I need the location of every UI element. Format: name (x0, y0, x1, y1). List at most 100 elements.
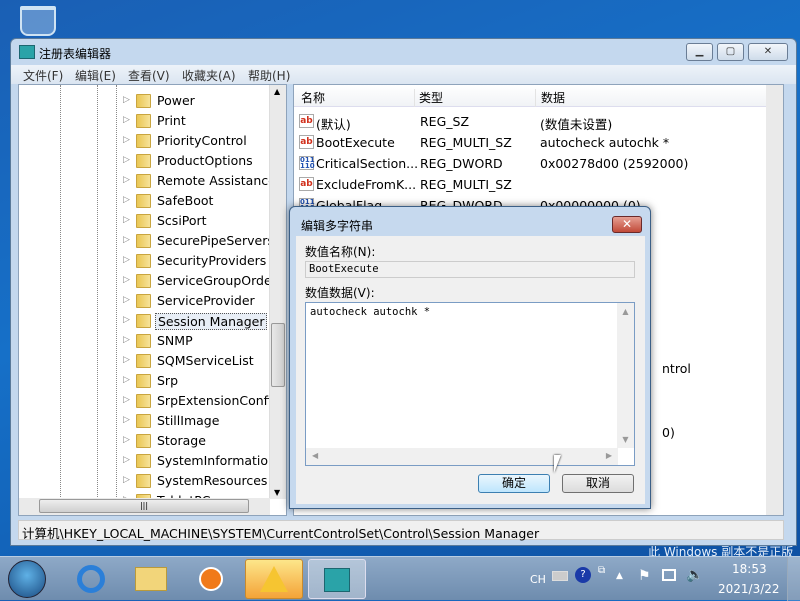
tree-item[interactable]: ▷ Srp (19, 371, 286, 391)
cancel-button[interactable]: 取消 (562, 474, 634, 493)
tree-item[interactable]: ▷ ServiceProvider (19, 291, 286, 311)
column-type[interactable]: 类型 (414, 89, 443, 107)
data-horizontal-scrollbar[interactable]: ◀ ▶ (306, 448, 618, 465)
menu-favorites[interactable]: 收藏夹(A) (182, 67, 236, 84)
expand-arrow-icon[interactable]: ▷ (123, 275, 130, 285)
tree-item[interactable]: ▷ SrpExtensionConfig (19, 391, 286, 411)
value-data-label: 数值数据(V): (305, 286, 375, 300)
tree-item[interactable]: ▷ ServiceGroupOrder (19, 271, 286, 291)
tree-item[interactable]: ▷ PriorityControl (19, 131, 286, 151)
tree-item[interactable]: ▷ SafeBoot (19, 191, 286, 211)
language-bar-restore-icon[interactable]: ⧉ (598, 565, 605, 576)
menu-file[interactable]: 文件(F) (23, 67, 63, 84)
expand-arrow-icon[interactable]: ▷ (123, 255, 130, 265)
value-name-field[interactable]: BootExecute (305, 261, 635, 278)
menu-help[interactable]: 帮助(H) (248, 67, 290, 84)
tree-item[interactable]: ▷ Print (19, 111, 286, 131)
tree-item[interactable]: ▷ Session Manager (19, 311, 286, 331)
recycle-bin-icon[interactable] (20, 6, 56, 36)
folder-icon (136, 454, 151, 468)
column-name[interactable]: 名称 (301, 89, 325, 107)
tree-item[interactable]: ▷ SNMP (19, 331, 286, 351)
expand-arrow-icon[interactable]: ▷ (123, 195, 130, 205)
expand-arrow-icon[interactable]: ▷ (123, 455, 130, 465)
tree-item[interactable]: ▷ SecurePipeServers (19, 231, 286, 251)
expand-arrow-icon[interactable]: ▷ (123, 215, 130, 225)
tree-item-label: ServiceProvider (157, 293, 255, 308)
show-desktop-button[interactable] (787, 557, 800, 601)
value-data-textarea[interactable]: autocheck autochk * ▲ ▼ ◀ ▶ (305, 302, 635, 466)
tree-item[interactable]: ▷ StillImage (19, 411, 286, 431)
expand-arrow-icon[interactable]: ▷ (123, 175, 130, 185)
value-row[interactable]: 011 110 CriticalSection... REG_DWORD 0x00278… (294, 153, 783, 174)
keyboard-icon[interactable] (552, 571, 568, 581)
value-data: 0x00278d00 (2592000) (540, 156, 689, 171)
dialog-title: 编辑多字符串 (301, 219, 374, 233)
folder-icon (136, 214, 151, 228)
expand-arrow-icon[interactable]: ▷ (123, 375, 130, 385)
expand-arrow-icon[interactable]: ▷ (123, 155, 130, 165)
warning-taskbar-button[interactable] (245, 559, 303, 599)
tree-item-label: ServiceGroupOrder (157, 273, 277, 288)
expand-arrow-icon[interactable]: ▷ (123, 295, 130, 305)
expand-arrow-icon[interactable]: ▷ (123, 315, 130, 325)
tree-item[interactable]: ▷ SystemInformation (19, 451, 286, 471)
scroll-up-icon[interactable]: ▲ (274, 87, 280, 96)
folder-icon (136, 94, 151, 108)
tree-hscroll-thumb[interactable]: ||| (39, 499, 249, 513)
tree-vertical-scrollbar[interactable]: ▲ ▼ (269, 85, 286, 499)
regedit-taskbar-button[interactable] (308, 559, 366, 599)
tree-horizontal-scrollbar[interactable]: ||| (19, 498, 270, 515)
clock-time[interactable]: 18:53 (732, 562, 767, 576)
expand-arrow-icon[interactable]: ▷ (123, 115, 130, 125)
menu-edit[interactable]: 编辑(E) (75, 67, 116, 84)
ok-button[interactable]: 确定 (478, 474, 550, 493)
binary-value-icon: 011110 (299, 156, 315, 170)
data-vertical-scrollbar[interactable]: ▲ ▼ (617, 303, 634, 448)
title-bar[interactable]: 注册表编辑器 ▁ ▢ ✕ (11, 39, 796, 65)
minimize-button[interactable]: ▁ (686, 43, 713, 61)
expand-arrow-icon[interactable]: ▷ (123, 135, 130, 145)
expand-arrow-icon[interactable]: ▷ (123, 355, 130, 365)
expand-arrow-icon[interactable]: ▷ (123, 415, 130, 425)
list-vertical-scrollbar[interactable] (766, 85, 783, 515)
explorer-taskbar-icon[interactable] (122, 559, 180, 599)
tree-item[interactable]: ▷ SQMServiceList (19, 351, 286, 371)
clock-date[interactable]: 2021/3/22 (718, 582, 780, 596)
expand-arrow-icon[interactable]: ▷ (123, 475, 130, 485)
column-data[interactable]: 数据 (535, 89, 565, 107)
expand-arrow-icon[interactable]: ▷ (123, 395, 130, 405)
value-row[interactable]: ab ExcludeFromK... REG_MULTI_SZ (294, 174, 783, 195)
value-row[interactable]: ab (默认) REG_SZ (数值未设置) (294, 111, 783, 132)
maximize-button[interactable]: ▢ (717, 43, 744, 61)
tree-item[interactable]: ▷ ProductOptions (19, 151, 286, 171)
tree-item[interactable]: ▷ ScsiPort (19, 211, 286, 231)
tree-scroll-thumb[interactable] (271, 323, 285, 387)
tree-item[interactable]: ▷ Remote Assistance (19, 171, 286, 191)
value-row[interactable]: ab BootExecute REG_MULTI_SZ autocheck autoc… (294, 132, 783, 153)
internet-explorer-taskbar-icon[interactable] (62, 559, 120, 599)
volume-icon[interactable]: 🔈 (686, 567, 703, 583)
value-data-text[interactable]: autocheck autochk * (310, 306, 430, 318)
tree-item[interactable]: ▷ SecurityProviders (19, 251, 286, 271)
expand-arrow-icon[interactable]: ▷ (123, 235, 130, 245)
close-button[interactable]: ✕ (748, 43, 788, 61)
tree-item[interactable]: ▷ SystemResources (19, 471, 286, 491)
show-hidden-icons-icon[interactable]: ▲ (616, 571, 623, 581)
expand-arrow-icon[interactable]: ▷ (123, 435, 130, 445)
expand-arrow-icon[interactable]: ▷ (123, 95, 130, 105)
tree-item[interactable]: ▷ Power (19, 91, 286, 111)
help-icon[interactable]: ? (575, 567, 591, 583)
dialog-close-button[interactable]: ✕ (612, 216, 642, 233)
input-language-indicator[interactable]: CH (530, 573, 546, 586)
start-button[interactable] (8, 560, 46, 598)
network-icon[interactable] (662, 569, 676, 581)
scroll-down-icon[interactable]: ▼ (274, 488, 280, 497)
media-player-taskbar-icon[interactable] (182, 559, 240, 599)
tree-item[interactable]: ▷ Storage (19, 431, 286, 451)
tree-item-label: SecurePipeServers (157, 233, 274, 248)
action-center-flag-icon[interactable]: ⚑ (638, 568, 651, 584)
folder-icon (136, 474, 151, 488)
menu-view[interactable]: 查看(V) (128, 67, 170, 84)
expand-arrow-icon[interactable]: ▷ (123, 335, 130, 345)
